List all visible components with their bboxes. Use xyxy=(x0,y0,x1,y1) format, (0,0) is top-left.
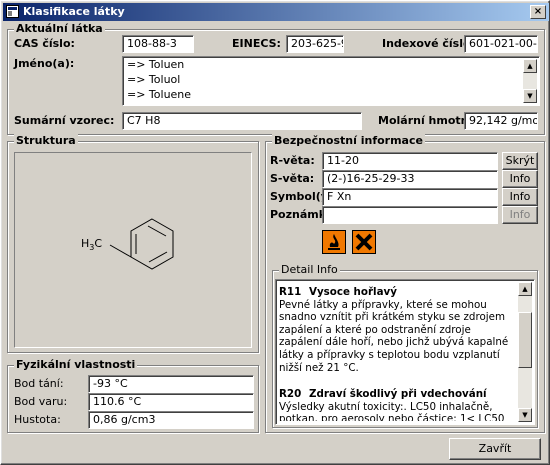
scroll-thumb[interactable] xyxy=(518,312,532,368)
safety-info-legend: Bezpečnostní informace xyxy=(272,134,425,148)
detail-info-legend: Detail Info xyxy=(279,263,340,277)
cas-field[interactable]: 108-88-3 xyxy=(122,35,194,53)
toluene-structure-icon xyxy=(109,218,174,270)
detail-entry-text: Výsledky akutní toxicity:. LC50 inhalačn… xyxy=(279,400,505,421)
note-info-button[interactable]: Info xyxy=(502,206,538,224)
note-field[interactable] xyxy=(322,206,498,224)
cas-label: CAS číslo: xyxy=(14,37,75,50)
scroll-up-icon[interactable]: ▲ xyxy=(523,59,537,73)
names-scrollbar[interactable]: ▲ ▼ xyxy=(523,59,537,103)
structure-drawing: H3C xyxy=(14,152,252,348)
window-title: Klasifikace látky xyxy=(23,5,125,18)
flame-icon[interactable] xyxy=(322,230,346,254)
symbols-info-button[interactable]: Info xyxy=(502,188,538,206)
hide-button[interactable]: Skrýt xyxy=(502,152,538,170)
app-icon xyxy=(6,5,19,18)
formula-field[interactable]: C7 H8 xyxy=(122,112,362,130)
s-info-button[interactable]: Info xyxy=(502,170,538,188)
physical-properties-group: Fyzikální vlastnosti Bod tání: -93 °C Bo… xyxy=(7,358,259,433)
structure-legend: Struktura xyxy=(14,134,78,148)
detail-entry-header: R20 Zdraví škodlivý při vdechování xyxy=(279,388,516,401)
detail-entry-code: R11 xyxy=(279,286,302,298)
detail-entry-text: Pevné látky a přípravky, které se mohou … xyxy=(279,298,509,374)
physical-properties-legend: Fyzikální vlastnosti xyxy=(14,358,138,372)
structure-group: Struktura H3C xyxy=(7,134,259,353)
boiling-point-label: Bod varu: xyxy=(14,395,68,408)
formula-label: Sumární vzorec: xyxy=(14,114,115,127)
s-phrase-field[interactable]: (2-)16-25-29-33 xyxy=(322,170,498,188)
detail-info-group: Detail Info R11 Vysoce hořlavý Pevné látk… xyxy=(272,263,538,428)
close-window-button[interactable]: × xyxy=(530,5,546,19)
detail-entry-title: Zdraví škodlivý při vdechování xyxy=(309,388,487,401)
einecs-field[interactable]: 203-625-9 xyxy=(286,35,344,53)
title-bar[interactable]: Klasifikace látky × xyxy=(3,3,549,21)
melting-point-field[interactable]: -93 °C xyxy=(88,375,254,393)
names-label: Jméno(a): xyxy=(14,57,75,70)
melting-point-label: Bod tání: xyxy=(14,377,64,390)
symbols-field[interactable]: F Xn xyxy=(322,188,498,206)
index-number-field[interactable]: 601-021-00-3 xyxy=(464,35,538,53)
density-field[interactable]: 0,86 g/cm3 xyxy=(88,411,254,429)
detail-info-textbox[interactable]: R11 Vysoce hořlavý Pevné látky a přípravk… xyxy=(275,279,535,425)
list-item[interactable]: => Toluene xyxy=(123,87,539,102)
detail-entry-code: R20 xyxy=(279,388,302,401)
harmful-cross-icon[interactable] xyxy=(352,230,376,254)
scroll-down-icon[interactable]: ▼ xyxy=(518,408,532,422)
list-item[interactable]: => Toluol xyxy=(123,72,539,87)
names-list[interactable]: => Toluen => Toluol => Toluene ▲ ▼ xyxy=(122,56,540,106)
close-button[interactable]: Zavřít xyxy=(449,438,541,460)
main-window: Klasifikace látky × Aktuální látka CAS č… xyxy=(0,0,550,465)
list-item[interactable]: => Toluen xyxy=(123,57,539,72)
r-phrase-field[interactable]: 11-20 xyxy=(322,152,498,170)
einecs-label: EINECS: xyxy=(232,37,281,50)
active-substance-group: Aktuální látka CAS číslo: 108-88-3 EINEC… xyxy=(7,22,545,135)
boiling-point-field[interactable]: 110.6 °C xyxy=(88,393,254,411)
detail-entry-header: R11 Vysoce hořlavý xyxy=(279,286,516,299)
safety-info-group: Bezpečnostní informace R-věta: 11-20 Skr… xyxy=(265,134,545,433)
molar-mass-field[interactable]: 92,142 g/mol xyxy=(464,112,538,130)
detail-entry-title: Vysoce hořlavý xyxy=(309,286,397,298)
s-phrase-label: S-věta: xyxy=(270,172,315,185)
detail-scrollbar[interactable]: ▲ ▼ xyxy=(518,282,532,422)
active-substance-legend: Aktuální látka xyxy=(14,22,105,36)
index-number-label: Indexové číslo: xyxy=(382,37,475,50)
scroll-down-icon[interactable]: ▼ xyxy=(523,89,537,103)
density-label: Hustota: xyxy=(14,413,61,426)
detail-text: R11 Vysoce hořlavý Pevné látky a přípravk… xyxy=(279,283,516,421)
r-phrase-label: R-věta: xyxy=(270,154,315,167)
scroll-up-icon[interactable]: ▲ xyxy=(518,282,532,296)
methyl-label: H3C xyxy=(81,237,103,253)
